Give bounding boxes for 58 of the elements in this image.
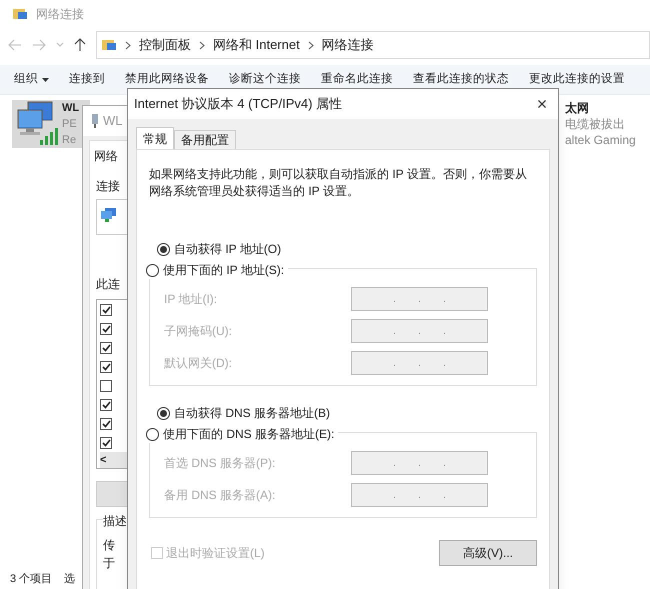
field-label: 备用 DNS 服务器(A): <box>164 487 276 504</box>
checkbox[interactable] <box>100 342 112 354</box>
group-label: 描述 <box>103 512 127 530</box>
toolbar-button[interactable]: 更改此连接的设置 <box>529 70 625 88</box>
connection-text: PE <box>62 117 78 132</box>
description-text: 传 <box>103 537 116 554</box>
toolbar-button[interactable]: 连接到 <box>69 70 105 88</box>
checkbox[interactable] <box>100 360 112 373</box>
status-text: 选 <box>64 572 76 587</box>
network-computer-icon <box>16 100 60 146</box>
toolbar-button[interactable]: 禁用此网络设备 <box>125 70 209 88</box>
tab-label[interactable]: 网络 <box>90 147 131 171</box>
field-label: IP 地址(I): <box>164 291 218 308</box>
connection-text: 太网 <box>565 100 590 116</box>
advanced-button[interactable]: 高级(V)... <box>439 540 537 566</box>
section-label: 连接 <box>96 178 121 195</box>
toolbar-button[interactable]: 诊断这个连接 <box>229 70 301 88</box>
description-text: 于 <box>103 555 116 572</box>
checkbox[interactable] <box>100 418 112 430</box>
dialog-title: Internet 协议版本 4 (TCP/IPv4) 属性 <box>134 95 342 114</box>
checkbox[interactable] <box>100 398 112 411</box>
connection-text: altek Gaming <box>565 132 636 148</box>
field-label: 默认网关(D): <box>164 355 232 372</box>
field-label: 子网掩码(U): <box>164 323 232 340</box>
connection-item[interactable]: 太网 电缆被拔出 altek Gaming <box>565 100 650 148</box>
address-bar[interactable]: 控制面板 网络和 Internet 网络连接 <box>96 31 650 59</box>
checkbox[interactable] <box>100 380 112 392</box>
status-text: 3 个项目 <box>10 572 52 587</box>
up-arrow-icon[interactable] <box>74 38 86 52</box>
connection-text: Re <box>62 133 78 148</box>
breadcrumb-item[interactable]: 控制面板 <box>139 35 191 55</box>
window-title: WL <box>103 112 122 130</box>
network-adapter-icon <box>101 208 117 222</box>
network-folder-icon <box>101 37 117 53</box>
connection-item[interactable]: WL PE Re <box>12 100 90 148</box>
chevron-right-icon <box>199 40 205 50</box>
close-button[interactable]: × <box>530 92 554 116</box>
toolbar-button[interactable]: 重命名此连接 <box>321 70 393 88</box>
network-folder-icon <box>12 6 28 22</box>
chevron-right-icon <box>125 40 131 50</box>
scroll-left-button[interactable]: < <box>100 452 130 468</box>
toolbar-button[interactable]: 组织 <box>14 70 49 88</box>
section-label: 此连 <box>96 276 121 293</box>
usb-adapter-icon <box>91 113 99 129</box>
window-title: 网络连接 <box>36 6 84 23</box>
intro-text: 如果网络支持此功能，则可以获取自动指派的 IP 设置。否则，你需要从网络系统管理员处获得适当的 IP 设置。 <box>149 166 528 200</box>
checkbox[interactable] <box>100 304 112 316</box>
checkbox[interactable] <box>100 436 112 448</box>
breadcrumb-item[interactable]: 网络和 Internet <box>213 35 300 55</box>
tab[interactable]: 备用配置 <box>174 130 236 149</box>
connection-text: 电缆被拔出 <box>565 116 626 132</box>
tab[interactable]: 常规 <box>136 127 174 149</box>
checkbox[interactable] <box>100 322 112 335</box>
breadcrumb-item[interactable]: 网络连接 <box>322 35 374 55</box>
connection-text: WL <box>62 101 80 116</box>
chevron-right-icon <box>308 40 314 50</box>
field-label: 首选 DNS 服务器(P): <box>164 455 276 472</box>
toolbar-button[interactable]: 查看此连接的状态 <box>413 70 509 88</box>
